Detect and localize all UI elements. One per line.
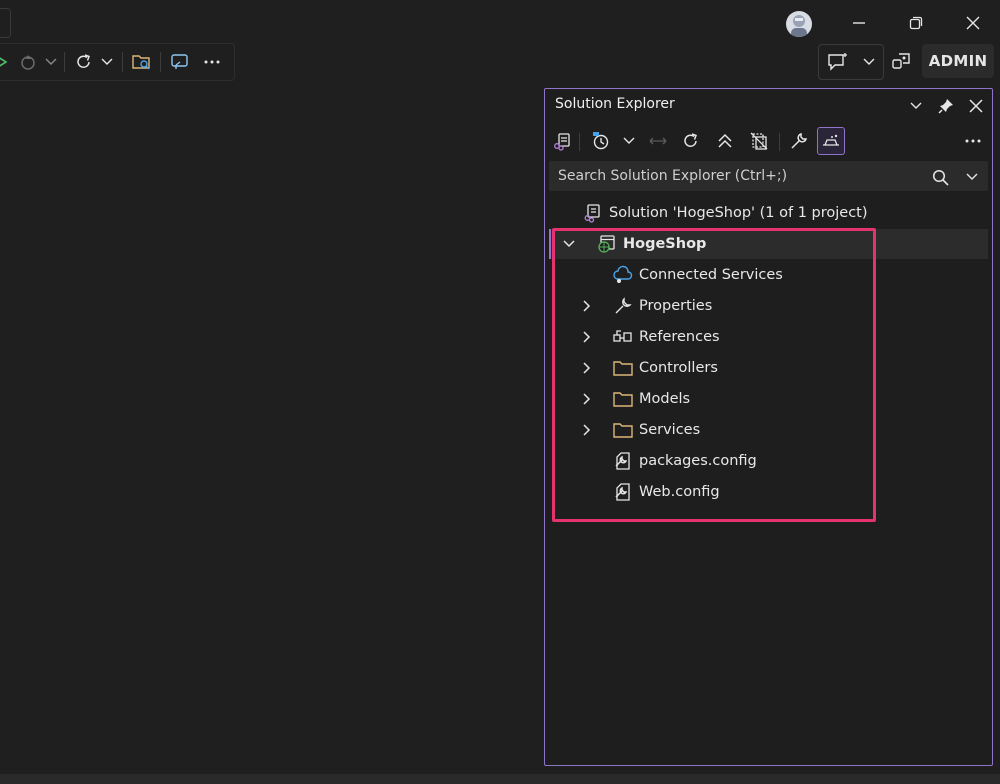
toolbar-separator: [160, 52, 161, 72]
hot-reload-icon: [21, 55, 35, 70]
refresh-icon: [77, 54, 90, 68]
preview-selected-items-button[interactable]: [817, 127, 845, 155]
toolbar-separator: [779, 133, 780, 151]
title-bar-tab-edge: [0, 8, 11, 38]
toolbar-separator: [122, 52, 123, 72]
live-share-icon: [892, 53, 910, 69]
refresh-button[interactable]: [677, 127, 705, 155]
search-options-button[interactable]: [962, 167, 982, 187]
more-icon: [204, 60, 220, 64]
preview-icon: [823, 134, 839, 146]
account-button[interactable]: ADMIN: [922, 44, 994, 78]
restore-button[interactable]: [893, 6, 939, 40]
folder-search-button[interactable]: [130, 44, 154, 80]
refresh-dropdown[interactable]: [100, 44, 114, 80]
main-toolbar: [0, 43, 235, 81]
sync-icon: [649, 137, 667, 145]
sync-button[interactable]: [644, 127, 672, 155]
pending-changes-dropdown[interactable]: [615, 127, 643, 155]
close-icon: [966, 16, 980, 30]
properties-icon: [791, 132, 808, 149]
restore-icon: [909, 16, 923, 30]
refresh-button[interactable]: [72, 44, 96, 80]
feedback-button[interactable]: [818, 44, 884, 80]
collapse-all-icon: [718, 133, 732, 148]
avatar[interactable]: [786, 11, 812, 37]
pin-icon: [938, 99, 953, 114]
close-icon: [969, 99, 983, 113]
pending-changes-icon: [593, 132, 609, 150]
remote-button[interactable]: [168, 44, 192, 80]
properties-button[interactable]: [785, 127, 813, 155]
toolbar-separator: [64, 52, 65, 72]
pin-button[interactable]: [933, 93, 959, 119]
search-icon: [932, 169, 949, 186]
hot-reload-dropdown[interactable]: [44, 44, 58, 80]
collapse-all-button[interactable]: [711, 127, 739, 155]
pending-changes-button[interactable]: [587, 127, 615, 155]
chevron-down-icon: [863, 58, 875, 65]
run-icon: [0, 57, 8, 67]
chevron-down-icon: [910, 102, 922, 109]
panel-options-button[interactable]: [903, 93, 929, 119]
status-bar: [0, 774, 1000, 784]
minimize-icon: [853, 22, 865, 24]
tree-solution-node[interactable]: Solution 'HogeShop' (1 of 1 project): [583, 198, 868, 228]
chevron-down-icon: [623, 137, 635, 144]
solution-icon: [583, 203, 603, 223]
search-input[interactable]: [558, 162, 918, 190]
feedback-icon: [828, 53, 847, 71]
solution-label: Solution 'HogeShop' (1 of 1 project): [609, 205, 868, 221]
solution-explorer-title: Solution Explorer: [555, 96, 675, 112]
hot-reload-button[interactable]: [16, 44, 40, 80]
minimize-button[interactable]: [836, 6, 882, 40]
live-share-button[interactable]: [886, 44, 918, 78]
refresh-icon: [684, 133, 697, 147]
chevron-down-icon: [966, 173, 978, 180]
folder-search-icon: [132, 55, 150, 70]
run-button[interactable]: [0, 44, 10, 80]
switch-views-button[interactable]: [548, 127, 576, 155]
search-button[interactable]: [930, 167, 950, 187]
chevron-down-icon: [101, 58, 113, 65]
toolbar-separator: [579, 133, 580, 151]
switch-views-icon: [554, 133, 570, 151]
show-all-files-button[interactable]: [745, 127, 773, 155]
title-bar: [0, 0, 1000, 44]
close-panel-button[interactable]: [963, 93, 989, 119]
chevron-down-icon: [45, 58, 57, 65]
more-icon: [965, 139, 981, 143]
se-more-button[interactable]: [959, 127, 987, 155]
show-all-files-icon: [750, 132, 768, 150]
highlight-box: [552, 228, 876, 522]
toolbar-more-button[interactable]: [200, 44, 224, 80]
close-window-button[interactable]: [950, 6, 996, 40]
solution-explorer-search: [549, 161, 988, 191]
remote-icon: [171, 54, 188, 69]
